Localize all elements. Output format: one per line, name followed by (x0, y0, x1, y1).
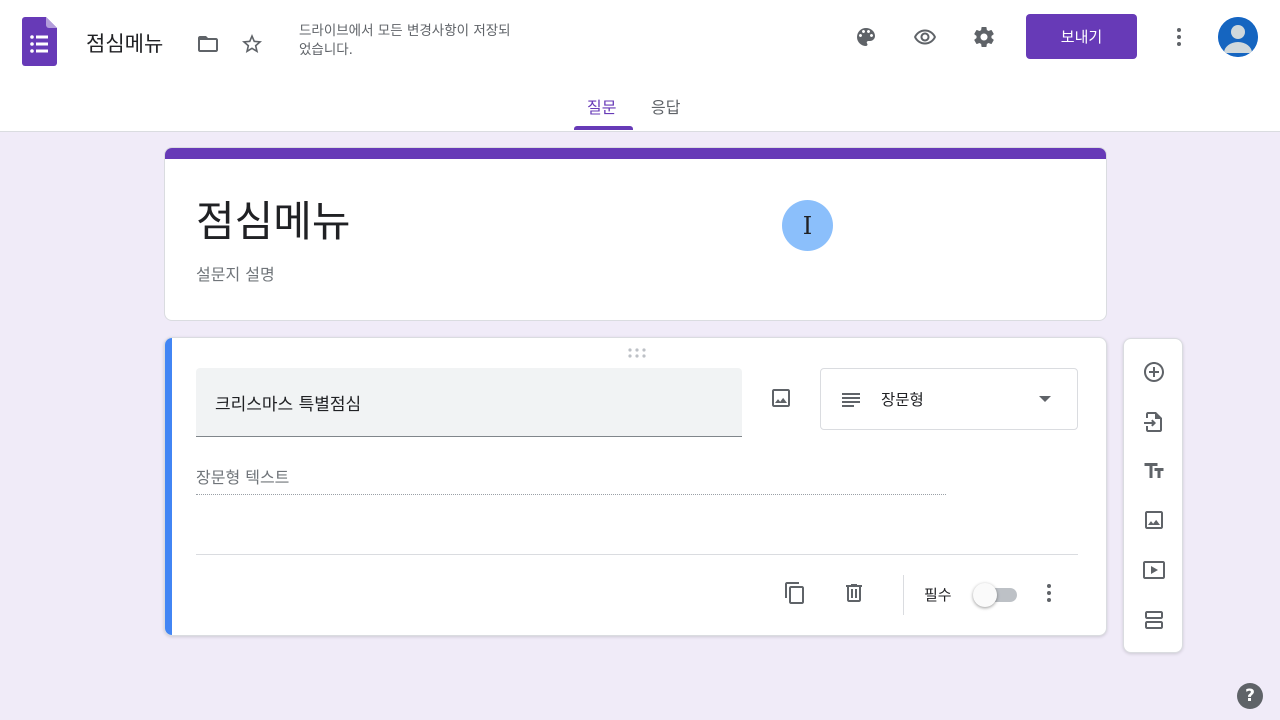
add-question-icon[interactable] (1134, 352, 1174, 392)
doc-title[interactable]: 점심메뉴 (86, 28, 163, 58)
required-toggle[interactable] (973, 583, 1019, 607)
palette-icon[interactable] (846, 17, 886, 57)
help-icon[interactable]: ? (1237, 683, 1263, 709)
title-card-accent-bar (165, 148, 1106, 159)
add-section-icon[interactable] (1134, 600, 1174, 640)
image-icon[interactable] (761, 378, 801, 418)
question-card[interactable]: 크리스마스 특별점심 장문형 장문형 텍스트 필수 (164, 337, 1107, 636)
active-tab-indicator (574, 126, 633, 130)
duplicate-icon[interactable] (775, 573, 815, 613)
folder-icon[interactable] (188, 24, 228, 64)
gear-icon[interactable] (964, 17, 1004, 57)
question-more-icon[interactable] (1029, 573, 1069, 613)
required-label: 필수 (924, 586, 952, 604)
send-button[interactable]: 보내기 (1026, 14, 1137, 59)
tab-responses[interactable]: 응답 (651, 94, 680, 118)
delete-icon[interactable] (834, 573, 874, 613)
form-title-card[interactable]: 점심메뉴 설문지 설명 I (164, 147, 1107, 321)
toggle-thumb (973, 583, 997, 607)
eye-icon[interactable] (905, 17, 945, 57)
save-status: 드라이브에서 모든 변경사항이 저장되었습니다. (299, 23, 511, 58)
active-question-indicator (165, 338, 172, 635)
card-divider (196, 554, 1078, 555)
more-vert-icon[interactable] (1159, 17, 1199, 57)
question-type-select[interactable]: 장문형 (820, 368, 1078, 430)
question-type-label: 장문형 (881, 391, 924, 409)
drag-handle-icon[interactable] (627, 347, 647, 359)
star-icon[interactable] (232, 24, 272, 64)
paragraph-icon (842, 393, 860, 407)
add-title-icon[interactable] (1134, 451, 1174, 491)
text-cursor-icon: I (782, 200, 833, 251)
tab-questions[interactable]: 질문 (587, 94, 616, 118)
avatar[interactable] (1218, 17, 1258, 57)
form-description-field[interactable]: 설문지 설명 (196, 261, 275, 285)
app-header: 점심메뉴 드라이브에서 모든 변경사항이 저장되었습니다. 보내기 질문 응답 (0, 0, 1280, 132)
footer-separator (903, 575, 904, 615)
import-questions-icon[interactable] (1134, 402, 1174, 442)
form-title[interactable]: 점심메뉴 (196, 188, 351, 249)
add-image-icon[interactable] (1134, 500, 1174, 540)
answer-placeholder: 장문형 텍스트 (196, 464, 946, 495)
add-video-icon[interactable] (1134, 550, 1174, 590)
dropdown-arrow-icon (1039, 396, 1051, 402)
question-title-input[interactable]: 크리스마스 특별점심 (196, 368, 742, 437)
side-toolbar (1123, 338, 1183, 653)
forms-logo-icon[interactable] (22, 17, 57, 66)
